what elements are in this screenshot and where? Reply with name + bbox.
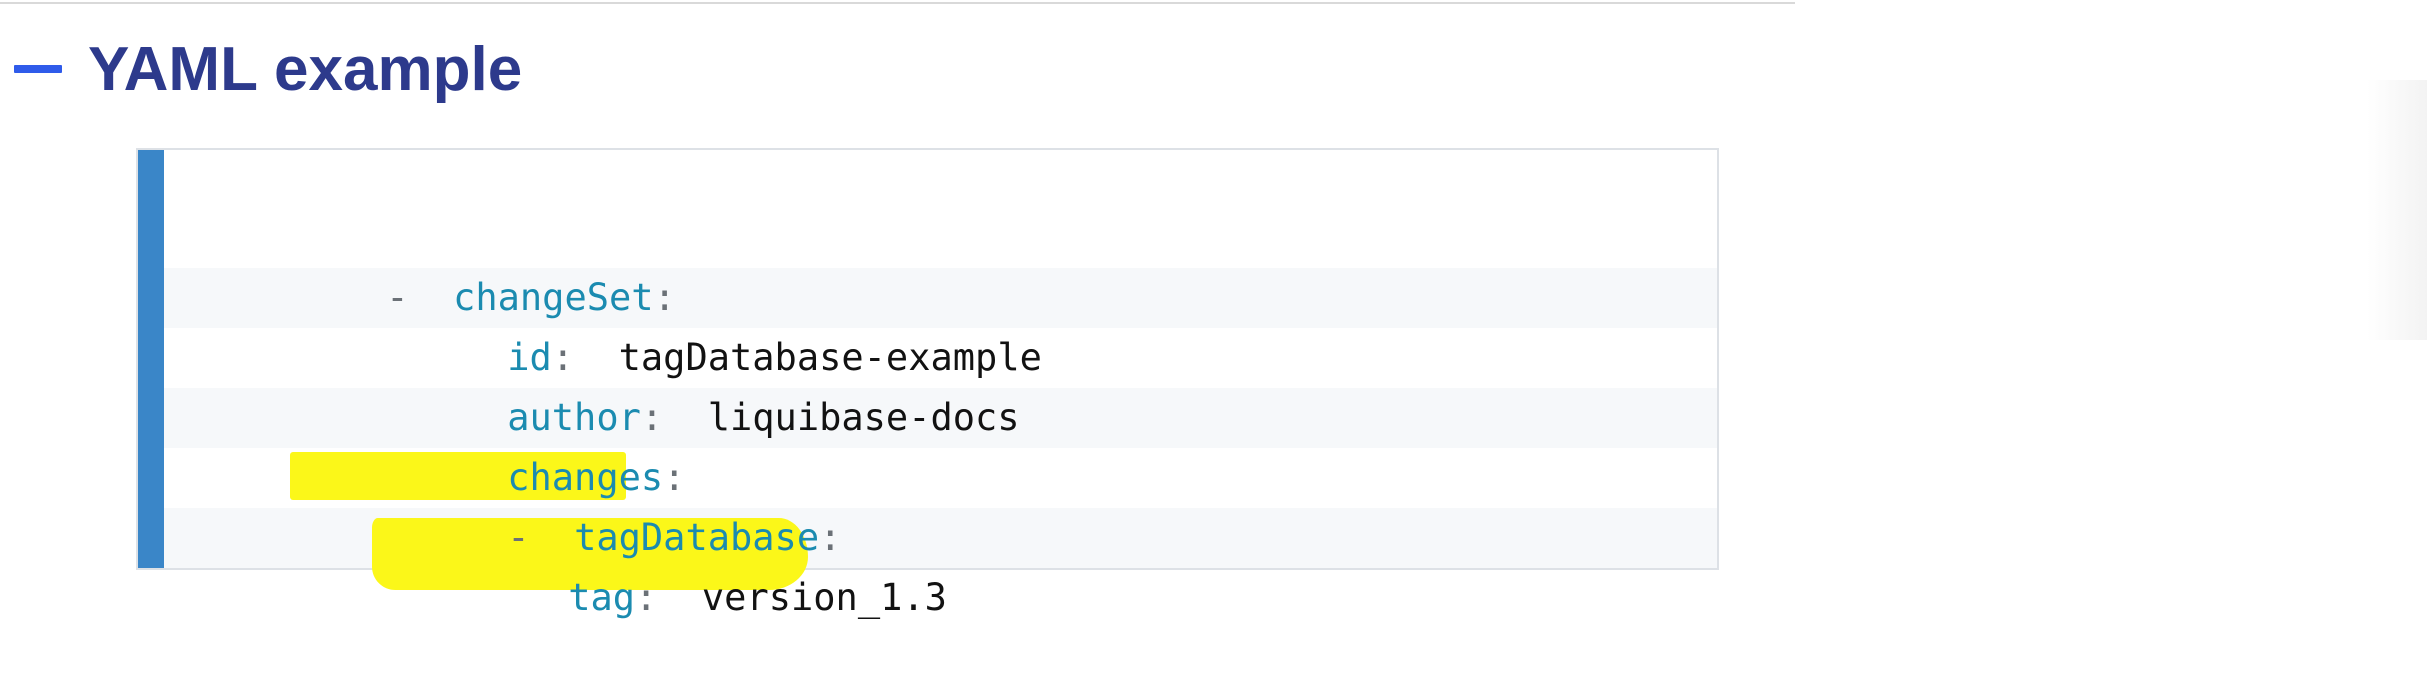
page-edge-shadow	[2367, 80, 2427, 340]
top-divider	[0, 2, 1795, 4]
code-block-accent-bar	[138, 150, 164, 568]
code-lines: - changeSet: id: tagDatabase-example aut…	[164, 208, 1717, 619]
yaml-value: version_1.3	[701, 576, 947, 619]
code-line: id: tagDatabase-example	[164, 268, 1717, 379]
code-block: - changeSet: id: tagDatabase-example aut…	[136, 148, 1719, 619]
yaml-key: tag	[568, 576, 636, 619]
yaml-colon: :	[635, 576, 658, 619]
section-heading[interactable]: YAML example	[14, 24, 522, 114]
minus-icon[interactable]	[14, 65, 62, 73]
yaml-value: liquibase-docs	[707, 396, 1020, 439]
code-line: tag: version_1.3	[164, 508, 1717, 619]
code-line: - changeSet:	[164, 208, 1717, 319]
code-line: author: liquibase-docs	[164, 328, 1717, 439]
section-title: YAML example	[88, 34, 523, 104]
